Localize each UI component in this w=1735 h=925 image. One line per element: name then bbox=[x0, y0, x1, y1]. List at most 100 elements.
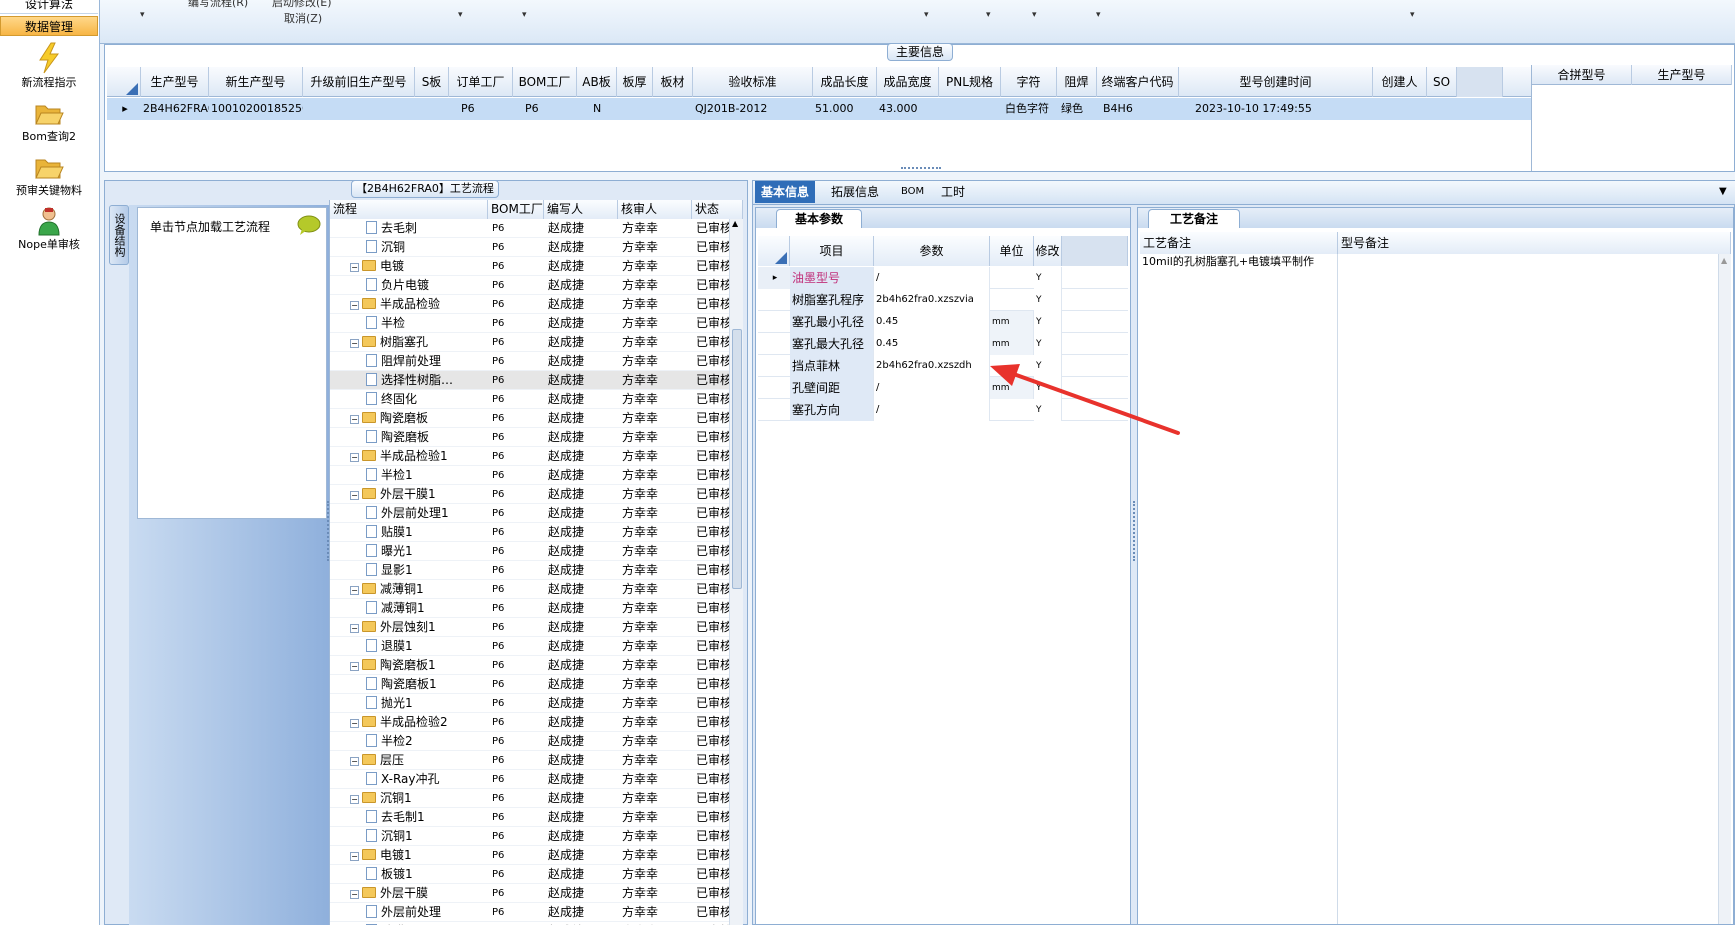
tree-row[interactable]: 阻焊前处理 P6 赵成捷 方幸幸 已审核 bbox=[330, 352, 729, 371]
tab-basic-params[interactable]: 基本参数 bbox=[776, 209, 862, 228]
col-header[interactable]: 流程 bbox=[330, 200, 488, 219]
tree-node[interactable]: 选择性树脂… bbox=[366, 371, 488, 390]
tree-row[interactable]: 曝光1 P6 赵成捷 方幸幸 已审核 bbox=[330, 542, 729, 561]
nav-tab-data-management[interactable]: 数据管理 bbox=[0, 16, 98, 36]
tab-process-remarks[interactable]: 工艺备注 bbox=[1148, 209, 1240, 228]
tree-row[interactable]: − 电镀 P6 赵成捷 方幸幸 已审核 bbox=[330, 257, 729, 276]
tree-node[interactable]: − 减薄铜1 bbox=[350, 580, 488, 599]
col-header[interactable]: 编写人 bbox=[544, 200, 618, 219]
col-header[interactable]: PNL规格 bbox=[939, 67, 1001, 97]
col-header[interactable]: 合拼型号 bbox=[1532, 65, 1632, 85]
col-header[interactable]: 新生产型号 bbox=[209, 67, 303, 97]
tree-row[interactable]: 沉铜1 P6 赵成捷 方幸幸 已审核 bbox=[330, 827, 729, 846]
scrollbar-thumb[interactable] bbox=[732, 329, 742, 589]
col-header[interactable]: S板 bbox=[415, 67, 449, 97]
tree-row[interactable]: − 电镀1 P6 赵成捷 方幸幸 已审核 bbox=[330, 846, 729, 865]
tree-node[interactable]: 阻焊前处理 bbox=[366, 352, 488, 371]
tree-node[interactable]: X-Ray冲孔 bbox=[366, 770, 488, 789]
tree-row[interactable]: 选择性树脂… P6 赵成捷 方幸幸 已审核 bbox=[330, 371, 729, 390]
structure-tree[interactable]: 单击节点加载工艺流程 bbox=[137, 207, 327, 519]
tree-row[interactable]: − 树脂塞孔 P6 赵成捷 方幸幸 已审核 bbox=[330, 333, 729, 352]
splitter-grip[interactable] bbox=[901, 167, 941, 171]
tree-node[interactable]: 曝光1 bbox=[366, 542, 488, 561]
tree-node[interactable]: − 外层干膜1 bbox=[350, 485, 488, 504]
tree-row[interactable]: − 陶瓷磨板1 P6 赵成捷 方幸幸 已审核 bbox=[330, 656, 729, 675]
nav-tab-design-algorithm[interactable]: 设计算法 bbox=[0, 0, 98, 14]
params-row[interactable]: ▸ 油墨型号 / Y bbox=[758, 267, 1128, 289]
tree-node[interactable]: 减薄铜1 bbox=[366, 599, 488, 618]
tree-node[interactable]: − 陶瓷磨板 bbox=[350, 409, 488, 428]
tree-node[interactable]: − 半成品检验1 bbox=[350, 447, 488, 466]
col-header[interactable]: 创建人 bbox=[1373, 67, 1427, 97]
tree-node[interactable]: 负片电镀 bbox=[366, 276, 488, 295]
collapse-icon[interactable]: − bbox=[350, 719, 359, 728]
chevron-down-icon[interactable]: ▾ bbox=[1032, 10, 1037, 20]
tree-row[interactable]: 抛光1 P6 赵成捷 方幸幸 已审核 bbox=[330, 694, 729, 713]
tree-row[interactable]: 外层前处理1 P6 赵成捷 方幸幸 已审核 bbox=[330, 504, 729, 523]
collapse-icon[interactable]: − bbox=[350, 662, 359, 671]
collapse-icon[interactable]: − bbox=[350, 453, 359, 462]
tree-row[interactable]: 半检 P6 赵成捷 方幸幸 已审核 bbox=[330, 314, 729, 333]
tree-node[interactable]: 抛光1 bbox=[366, 694, 488, 713]
collapse-icon[interactable]: − bbox=[350, 586, 359, 595]
tree-node[interactable]: − 半成品检验 bbox=[350, 295, 488, 314]
tab-extended-info[interactable]: 拓展信息 bbox=[825, 181, 885, 203]
tree-row[interactable]: 终固化 P6 赵成捷 方幸幸 已审核 bbox=[330, 390, 729, 409]
col-header[interactable]: 订单工厂 bbox=[449, 67, 513, 97]
tree-node[interactable]: 陶瓷磨板 bbox=[366, 428, 488, 447]
col-header[interactable]: 生产型号 bbox=[1632, 65, 1732, 85]
tree-node[interactable]: 半检1 bbox=[366, 466, 488, 485]
table-row[interactable]: ▸ 2B4H62FRA0 10010200185256 P6 P6 N QJ20… bbox=[107, 98, 1532, 120]
collapse-icon[interactable]: − bbox=[350, 491, 359, 500]
tree-row[interactable]: X-Ray冲孔 P6 赵成捷 方幸幸 已审核 bbox=[330, 770, 729, 789]
tree-node[interactable]: 沉铜 bbox=[366, 238, 488, 257]
col-header[interactable]: 成品长度 bbox=[813, 67, 877, 97]
params-row[interactable]: 塞孔最小孔径 0.45 mm Y bbox=[758, 311, 1128, 333]
params-cell-value[interactable]: / bbox=[874, 267, 990, 289]
tree-node[interactable]: − 电镀 bbox=[350, 257, 488, 276]
process-remark-text[interactable]: 10mil的孔树脂塞孔+电镀填平制作 bbox=[1142, 256, 1332, 268]
tree-row[interactable]: − 减薄铜1 P6 赵成捷 方幸幸 已审核 bbox=[330, 580, 729, 599]
menu-start-edit[interactable]: 启动修改(E) bbox=[272, 0, 332, 10]
tree-row[interactable]: 半检1 P6 赵成捷 方幸幸 已审核 bbox=[330, 466, 729, 485]
col-header[interactable]: SO bbox=[1427, 67, 1457, 97]
chevron-down-icon[interactable]: ▾ bbox=[522, 10, 527, 20]
collapse-icon[interactable]: − bbox=[350, 415, 359, 424]
scrollbar[interactable]: ▲ bbox=[1718, 254, 1731, 924]
collapse-icon[interactable]: − bbox=[350, 890, 359, 899]
tree-node[interactable]: − 外层蚀刻1 bbox=[350, 618, 488, 637]
params-row[interactable]: 树脂塞孔程序 2b4h62fra0.xzszvia Y bbox=[758, 289, 1128, 311]
col-header[interactable]: BOM工厂 bbox=[488, 200, 544, 219]
col-header[interactable]: BOM工厂 bbox=[513, 67, 577, 97]
col-header[interactable]: 验收标准 bbox=[693, 67, 813, 97]
tree-node[interactable]: − 层压 bbox=[350, 751, 488, 770]
menu-write-process[interactable]: 编写流程(R) bbox=[188, 0, 248, 10]
col-header[interactable]: AB板 bbox=[577, 67, 617, 97]
col-header[interactable]: 参数 bbox=[874, 236, 990, 266]
col-header[interactable]: 状态 bbox=[692, 200, 743, 219]
chevron-down-icon[interactable]: ▾ bbox=[1410, 10, 1415, 20]
chevron-down-icon[interactable]: ▼ bbox=[1719, 186, 1727, 197]
tree-row[interactable]: 显影1 P6 赵成捷 方幸幸 已审核 bbox=[330, 561, 729, 580]
tree-row[interactable]: − 半成品检验1 P6 赵成捷 方幸幸 已审核 bbox=[330, 447, 729, 466]
collapse-icon[interactable]: − bbox=[350, 757, 359, 766]
tree-row[interactable]: 去毛制1 P6 赵成捷 方幸幸 已审核 bbox=[330, 808, 729, 827]
params-cell-value[interactable]: 2b4h62fra0.xzszdh bbox=[874, 355, 990, 377]
col-header[interactable]: 型号备注 bbox=[1338, 232, 1731, 254]
tree-node[interactable]: 半检2 bbox=[366, 732, 488, 751]
menu-cancel[interactable]: 取消(Z) bbox=[284, 10, 322, 26]
tree-row[interactable]: 减薄铜1 P6 赵成捷 方幸幸 已审核 bbox=[330, 599, 729, 618]
tree-row[interactable]: − 半成品检验2 P6 赵成捷 方幸幸 已审核 bbox=[330, 713, 729, 732]
tree-node[interactable]: 显影1 bbox=[366, 561, 488, 580]
col-header[interactable]: 板厚 bbox=[617, 67, 653, 97]
tree-node[interactable]: 终固化 bbox=[366, 390, 488, 409]
params-cell-value[interactable]: 0.45 bbox=[874, 333, 990, 355]
tree-node[interactable]: 去毛刺 bbox=[366, 219, 488, 238]
tree-node[interactable]: 半检 bbox=[366, 314, 488, 333]
collapse-icon[interactable]: − bbox=[350, 301, 359, 310]
col-header[interactable]: 成品宽度 bbox=[877, 67, 939, 97]
tree-node[interactable]: 去毛制1 bbox=[366, 808, 488, 827]
chevron-up-icon[interactable]: ▲ bbox=[732, 219, 738, 228]
collapse-icon[interactable]: − bbox=[350, 263, 359, 272]
tree-node[interactable]: 板镀1 bbox=[366, 865, 488, 884]
